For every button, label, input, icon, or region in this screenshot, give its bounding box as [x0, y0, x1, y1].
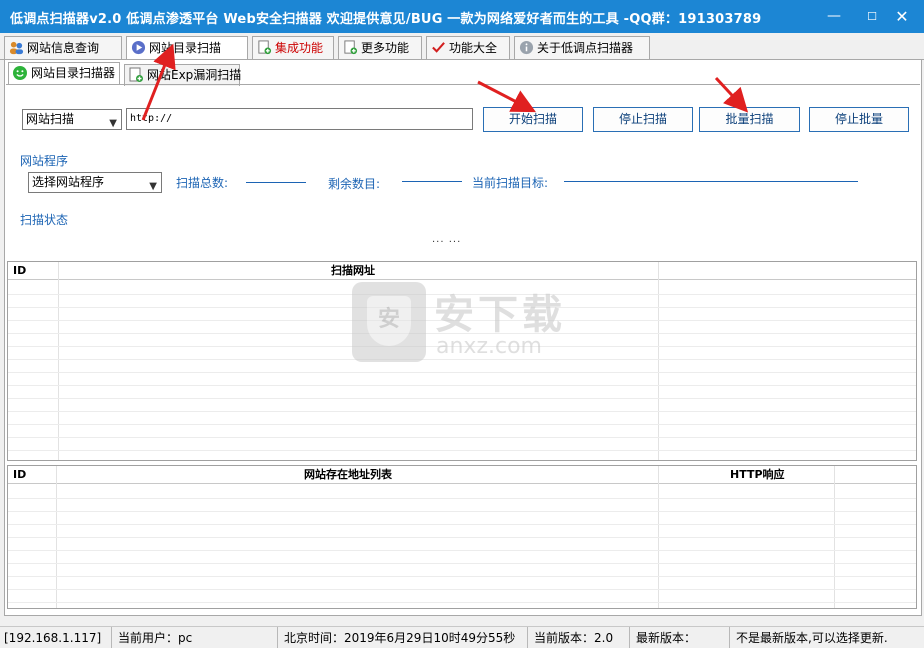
- tab-label: 更多功能: [361, 41, 410, 55]
- current-target-value: [564, 181, 858, 182]
- status-latest-version: 最新版本：: [632, 627, 730, 648]
- tab-all-features[interactable]: 功能大全: [426, 36, 510, 60]
- remaining-count-label: 剩余数目:: [328, 177, 381, 191]
- stop-scan-button[interactable]: 停止扫描: [593, 107, 693, 132]
- checkmark-icon: [432, 42, 445, 53]
- grid-row-line: [8, 450, 916, 451]
- close-button[interactable]: ✕: [880, 0, 924, 33]
- column-header-http-response: HTTP响应: [730, 468, 785, 481]
- scan-mode-value: 网站扫描: [26, 112, 75, 126]
- tab-label: 网站信息查询: [27, 41, 100, 55]
- tab-label: 功能大全: [449, 41, 498, 55]
- grid-row-line: [8, 576, 916, 577]
- subtab-dir-scanner[interactable]: 网站目录扫描器: [8, 62, 120, 85]
- remaining-count-value: [402, 181, 462, 182]
- page-add-icon: [129, 67, 143, 82]
- column-header-scan-url: 扫描网址: [331, 264, 375, 277]
- total-count-value: [246, 182, 306, 183]
- program-select-value: 选择网站程序: [32, 175, 105, 189]
- status-user: 当前用户：pc: [114, 627, 278, 648]
- grid-row-line: [8, 511, 916, 512]
- column-divider: [58, 262, 59, 460]
- grid-row-line: [8, 385, 916, 386]
- grid-row-line: [8, 498, 916, 499]
- status-update-note: 不是最新版本,可以选择更新.: [736, 631, 888, 645]
- app-window: 低调点扫描器v2.0 低调点渗透平台 Web安全扫描器 欢迎提供意见/BUG 一…: [0, 0, 924, 648]
- tab-dir-scan[interactable]: 网站目录扫描: [126, 36, 248, 61]
- column-header-address-list: 网站存在地址列表: [304, 468, 392, 481]
- grid-row-line: [8, 563, 916, 564]
- play-circle-icon: [131, 40, 146, 55]
- grid-header: ID 网站存在地址列表 HTTP响应: [8, 466, 916, 484]
- current-target-label: 当前扫描目标:: [472, 176, 549, 190]
- window-title: 低调点扫描器v2.0 低调点渗透平台 Web安全扫描器 欢迎提供意见/BUG 一…: [10, 12, 762, 27]
- chevron-down-icon: ▼: [109, 118, 117, 129]
- grid-row-line: [8, 372, 916, 373]
- grid-row-line: [8, 537, 916, 538]
- chevron-down-icon: ▼: [149, 181, 157, 192]
- program-section-label: 网站程序: [20, 154, 69, 168]
- tab-label: 网站目录扫描: [149, 41, 222, 55]
- subtab-label: 网站Exp漏洞扫描: [147, 68, 242, 82]
- title-bar[interactable]: 低调点扫描器v2.0 低调点渗透平台 Web安全扫描器 欢迎提供意见/BUG 一…: [0, 0, 924, 33]
- status-ip: [192.168.1.117]: [0, 627, 112, 648]
- tab-label: 集成功能: [275, 41, 324, 55]
- grid-row-line: [8, 550, 916, 551]
- page-add-icon: [344, 40, 358, 55]
- status-bar: [192.168.1.117] 当前用户：pc 北京时间：2019年6月29日1…: [0, 626, 924, 648]
- status-version: 当前版本：2.0: [530, 627, 630, 648]
- tab-integrated[interactable]: 集成功能: [252, 36, 334, 60]
- subtab-label: 网站目录扫描器: [31, 66, 116, 80]
- grid-row-line: [8, 398, 916, 399]
- total-count-label: 扫描总数:: [176, 176, 229, 190]
- page-add-icon: [258, 40, 272, 55]
- result-grid[interactable]: ID 网站存在地址列表 HTTP响应: [7, 465, 917, 609]
- watermark-subtitle: anxz.com: [436, 334, 542, 359]
- scan-status-label: 扫描状态: [20, 213, 69, 227]
- url-input[interactable]: http://: [126, 108, 473, 130]
- column-divider: [658, 262, 659, 460]
- shield-char: 安: [367, 296, 411, 346]
- program-select[interactable]: 选择网站程序 ▼: [28, 172, 162, 193]
- grid-row-line: [8, 437, 916, 438]
- batch-scan-button[interactable]: 批量扫描: [699, 107, 800, 132]
- column-header-id: ID: [13, 468, 27, 481]
- grid-row-line: [8, 589, 916, 590]
- scan-mode-select[interactable]: 网站扫描 ▼: [22, 109, 122, 130]
- grid-header: ID 扫描网址: [8, 262, 916, 280]
- grid-row-line: [8, 411, 916, 412]
- green-smile-icon: [13, 66, 27, 80]
- stop-batch-button[interactable]: 停止批量: [809, 107, 909, 132]
- scan-progress-text: ... ...: [432, 234, 462, 245]
- tab-about[interactable]: 关于低调点扫描器: [514, 36, 650, 60]
- watermark-logo: 安 安下载 anxz.com: [352, 282, 572, 364]
- status-time: 北京时间：2019年6月29日10时49分55秒: [280, 627, 528, 648]
- start-scan-button[interactable]: 开始扫描: [483, 107, 583, 132]
- grid-row-line: [8, 524, 916, 525]
- tab-more[interactable]: 更多功能: [338, 36, 422, 60]
- subtab-divider: [6, 84, 920, 85]
- main-tabstrip: 网站信息查询 网站目录扫描 集成功能 更多功能 功能大全 关于低调点扫描器: [0, 36, 924, 61]
- grid-row-line: [8, 424, 916, 425]
- users-icon: [9, 41, 24, 55]
- subtab-exp-scan[interactable]: 网站Exp漏洞扫描: [124, 64, 242, 86]
- info-icon: [519, 40, 534, 55]
- watermark-title: 安下载: [434, 292, 566, 338]
- grid-row-line: [8, 602, 916, 603]
- tab-site-info[interactable]: 网站信息查询: [4, 36, 122, 60]
- tab-label: 关于低调点扫描器: [537, 41, 634, 55]
- column-header-id: ID: [13, 264, 27, 277]
- shield-icon: 安: [352, 282, 426, 362]
